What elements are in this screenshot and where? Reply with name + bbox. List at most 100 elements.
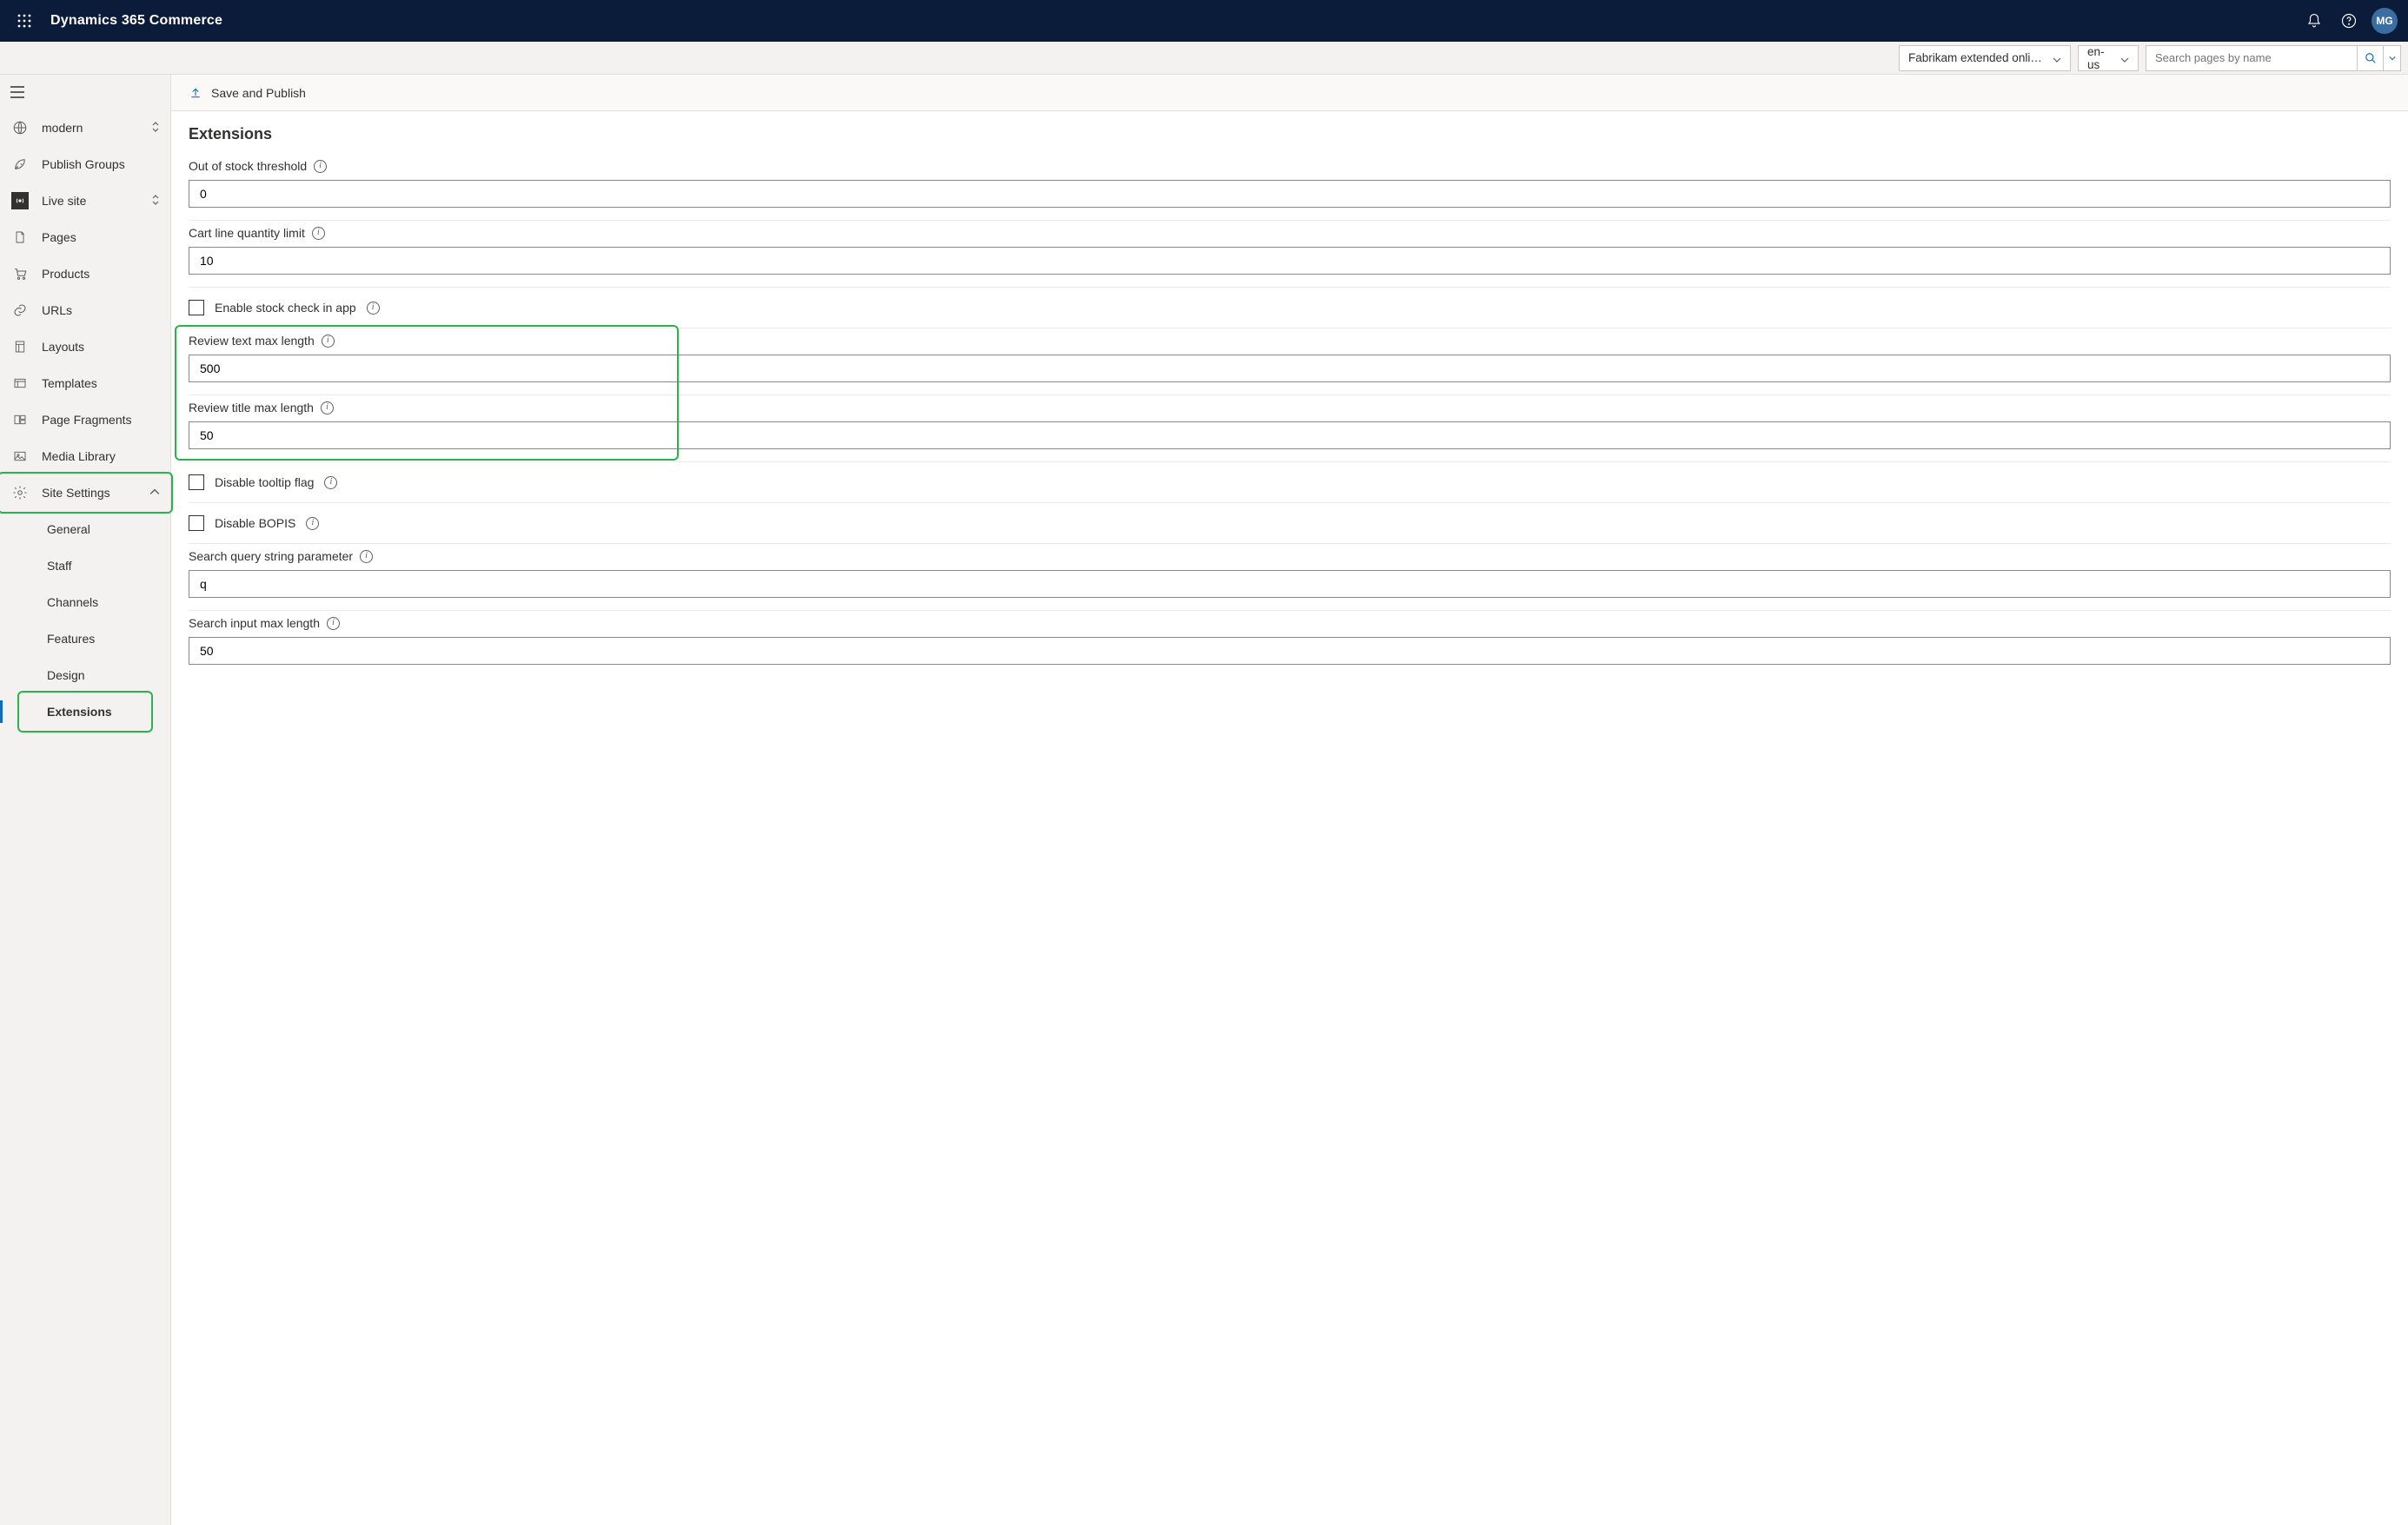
sidebar-item-site-settings[interactable]: Site Settings	[0, 474, 170, 511]
info-icon[interactable]: i	[314, 160, 327, 173]
search-input[interactable]	[2146, 45, 2358, 71]
link-icon	[10, 302, 30, 318]
info-icon[interactable]: i	[327, 617, 340, 630]
sidebar-label: Site Settings	[42, 486, 137, 500]
search-wrap	[2146, 45, 2401, 71]
field-label: Review title max length	[189, 401, 314, 414]
search-split-button[interactable]	[2384, 45, 2401, 71]
field-review-text-max: Review text max length i	[189, 328, 2391, 395]
sidebar-label: Page Fragments	[42, 413, 160, 427]
field-label: Review text max length	[189, 334, 315, 348]
info-icon[interactable]: i	[360, 550, 373, 563]
sidebar-sub-label: Extensions	[47, 705, 112, 719]
template-icon	[10, 376, 30, 390]
image-icon	[10, 449, 30, 463]
sidebar-label: Pages	[42, 230, 160, 244]
search-button[interactable]	[2358, 45, 2384, 71]
sidebar: modern Publish Groups Live site Pages Pr…	[0, 75, 171, 1525]
user-avatar[interactable]: MG	[2372, 8, 2398, 34]
sidebar-label: modern	[42, 121, 139, 135]
highlight-review-group: Review text max length i Review title ma…	[189, 328, 2391, 462]
gear-icon	[10, 485, 30, 501]
sort-icon	[151, 122, 160, 135]
store-selector[interactable]: Fabrikam extended online store	[1899, 45, 2071, 71]
field-out-of-stock-threshold: Out of stock threshold i	[189, 154, 2391, 221]
globe-icon	[10, 120, 30, 136]
form-scroll[interactable]: Extensions Out of stock threshold i Cart…	[171, 111, 2408, 1525]
sidebar-sub-extensions[interactable]: Extensions	[0, 693, 170, 730]
disable-tooltip-checkbox[interactable]	[189, 474, 204, 490]
field-disable-bopis: Disable BOPIS i	[189, 503, 2391, 544]
sidebar-sub-general[interactable]: General	[0, 511, 170, 547]
info-icon[interactable]: i	[306, 517, 319, 530]
search-query-param-input[interactable]	[189, 570, 2391, 598]
field-label: Out of stock threshold	[189, 159, 307, 173]
sidebar-item-site[interactable]: modern	[0, 109, 170, 146]
sidebar-label: URLs	[42, 303, 160, 317]
page-title: Extensions	[189, 111, 2391, 154]
sidebar-sub-features[interactable]: Features	[0, 620, 170, 657]
info-icon[interactable]: i	[312, 227, 325, 240]
sidebar-item-page-fragments[interactable]: Page Fragments	[0, 401, 170, 438]
sidebar-label: Publish Groups	[42, 157, 160, 171]
save-and-publish-label: Save and Publish	[211, 86, 306, 100]
app-launcher-icon[interactable]	[10, 7, 38, 35]
sidebar-sub-label: Channels	[47, 595, 98, 609]
sidebar-item-media-library[interactable]: Media Library	[0, 438, 170, 474]
sort-icon	[151, 195, 160, 208]
sidebar-item-layouts[interactable]: Layouts	[0, 328, 170, 365]
sidebar-label: Products	[42, 267, 160, 281]
field-label: Search input max length	[189, 616, 320, 630]
field-search-input-max: Search input max length i	[189, 611, 2391, 677]
info-icon[interactable]: i	[324, 476, 337, 489]
cart-line-qty-limit-input[interactable]	[189, 247, 2391, 275]
save-and-publish-button[interactable]: Save and Publish	[189, 86, 306, 100]
sidebar-item-publish-groups[interactable]: Publish Groups	[0, 146, 170, 182]
sidebar-item-live-site[interactable]: Live site	[0, 182, 170, 219]
sidebar-label: Layouts	[42, 340, 160, 354]
command-bar: Save and Publish	[171, 75, 2408, 111]
store-selector-label: Fabrikam extended online store	[1908, 51, 2042, 64]
help-icon[interactable]	[2332, 3, 2366, 38]
notifications-icon[interactable]	[2297, 3, 2332, 38]
info-icon[interactable]: i	[367, 302, 380, 315]
sidebar-label: Media Library	[42, 449, 160, 463]
field-search-query-param: Search query string parameter i	[189, 544, 2391, 611]
field-review-title-max: Review title max length i	[189, 395, 2391, 462]
sidebar-sub-channels[interactable]: Channels	[0, 584, 170, 620]
disable-bopis-checkbox[interactable]	[189, 515, 204, 531]
search-input-max-input[interactable]	[189, 637, 2391, 665]
review-text-max-input[interactable]	[189, 355, 2391, 382]
sidebar-sub-label: Features	[47, 632, 95, 646]
sidebar-label: Templates	[42, 376, 160, 390]
layout-icon	[10, 339, 30, 355]
context-bar: Fabrikam extended online store en-us	[0, 42, 2408, 75]
field-label: Enable stock check in app	[215, 301, 356, 315]
review-title-max-input[interactable]	[189, 421, 2391, 449]
field-enable-stock-check: Enable stock check in app i	[189, 288, 2391, 328]
chevron-up-icon	[149, 487, 160, 500]
sidebar-item-products[interactable]: Products	[0, 255, 170, 292]
field-label: Disable BOPIS	[215, 516, 295, 530]
page-icon	[10, 229, 30, 245]
sidebar-item-pages[interactable]: Pages	[0, 219, 170, 255]
out-of-stock-threshold-input[interactable]	[189, 180, 2391, 208]
chevron-down-icon	[2120, 54, 2129, 63]
sidebar-label: Live site	[42, 194, 139, 208]
info-icon[interactable]: i	[321, 401, 334, 414]
locale-selector[interactable]: en-us	[2078, 45, 2139, 71]
info-icon[interactable]: i	[322, 335, 335, 348]
sidebar-toggle[interactable]	[0, 75, 170, 109]
field-label: Cart line quantity limit	[189, 226, 305, 240]
content-area: Save and Publish Extensions Out of stock…	[171, 75, 2408, 1525]
field-disable-tooltip: Disable tooltip flag i	[189, 462, 2391, 503]
sidebar-sub-label: General	[47, 522, 90, 536]
sidebar-item-urls[interactable]: URLs	[0, 292, 170, 328]
field-cart-line-qty-limit: Cart line quantity limit i	[189, 221, 2391, 288]
rocket-icon	[10, 156, 30, 172]
sidebar-sub-design[interactable]: Design	[0, 657, 170, 693]
broadcast-icon	[10, 192, 30, 209]
sidebar-item-templates[interactable]: Templates	[0, 365, 170, 401]
enable-stock-check-checkbox[interactable]	[189, 300, 204, 315]
sidebar-sub-staff[interactable]: Staff	[0, 547, 170, 584]
